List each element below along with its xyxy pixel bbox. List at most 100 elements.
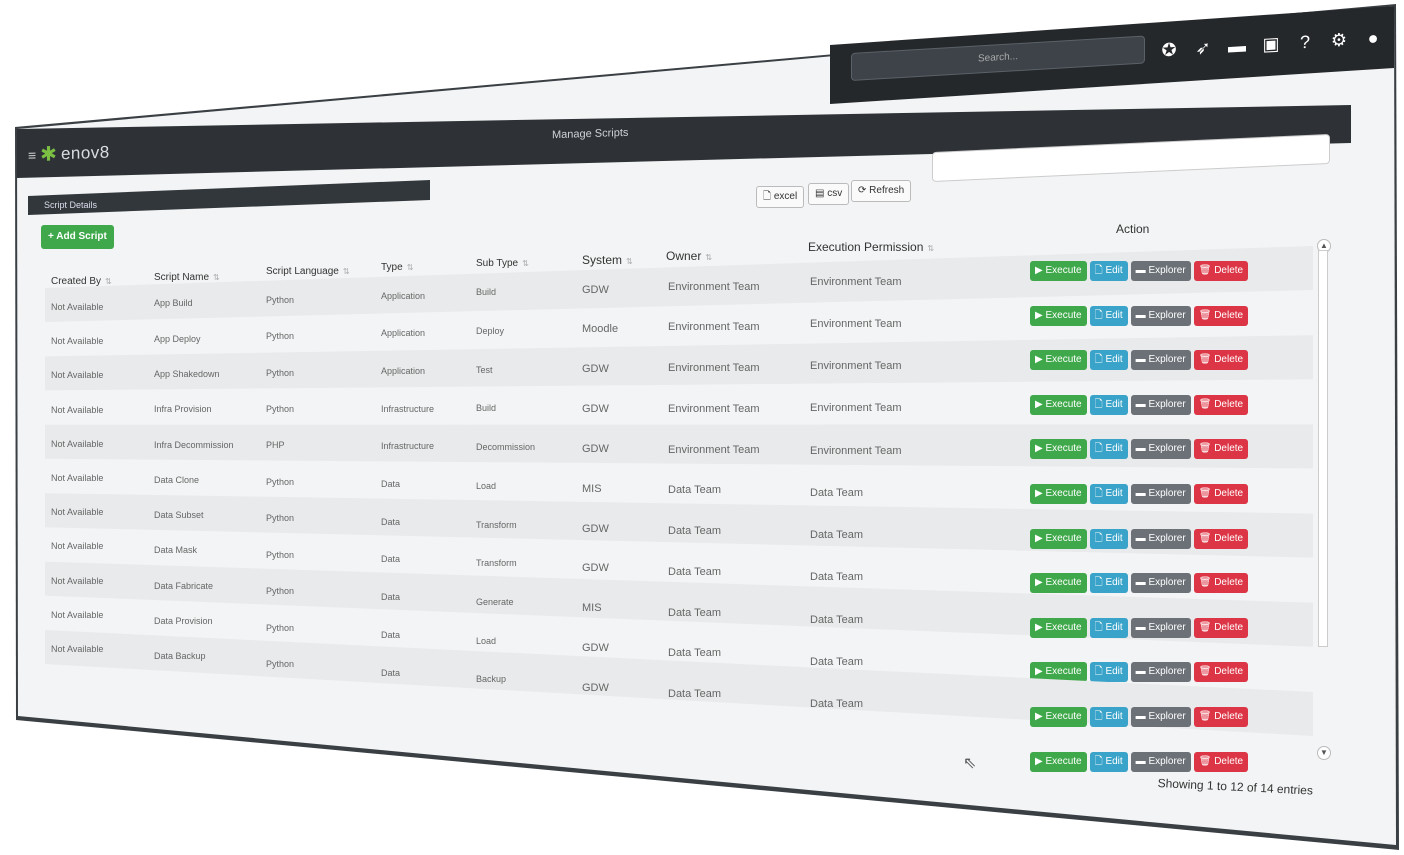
trash-icon: 🗑 (1198, 577, 1215, 589)
sort-icon[interactable]: ⇅ (927, 244, 934, 253)
explorer-button[interactable]: ▬ Explorer (1130, 707, 1191, 727)
execute-button[interactable]: ▶ Execute (1030, 350, 1087, 371)
execute-button[interactable]: ▶ Execute (1030, 305, 1087, 326)
delete-button[interactable]: 🗑 Delete (1193, 662, 1249, 683)
cell-sub-type: Load (476, 635, 497, 646)
execute-button[interactable]: ▶ Execute (1030, 573, 1087, 594)
execute-button[interactable]: ▶ Execute (1030, 751, 1087, 772)
panel-title: Script Details (44, 200, 98, 210)
explorer-button[interactable]: ▬ Explorer (1130, 439, 1191, 460)
sort-icon[interactable]: ⇅ (105, 277, 112, 286)
explorer-button[interactable]: ▬ Explorer (1130, 484, 1191, 504)
execute-button[interactable]: ▶ Execute (1030, 617, 1087, 638)
explorer-button[interactable]: ▬ Explorer (1130, 573, 1191, 594)
trash-icon: 🗑 (1198, 711, 1215, 722)
refresh-label: Refresh (869, 185, 905, 196)
edit-button[interactable]: 🗋 Edit (1089, 261, 1128, 281)
delete-button[interactable]: 🗑 Delete (1193, 707, 1249, 727)
explorer-button[interactable]: ▬ Explorer (1130, 528, 1191, 549)
add-script-button[interactable]: + Add Script (41, 225, 114, 249)
cell-system: GDW (582, 522, 609, 535)
edit-button[interactable]: 🗋 Edit (1089, 439, 1128, 460)
delete-button[interactable]: 🗑 Delete (1193, 484, 1249, 504)
execute-button[interactable]: ▶ Execute (1030, 484, 1087, 504)
sort-icon[interactable]: ⇅ (705, 253, 712, 262)
user-icon[interactable]: ● (1362, 26, 1384, 49)
mouse-cursor-icon: ⇖ (963, 755, 977, 772)
sort-icon[interactable]: ⇅ (626, 257, 633, 266)
table-scrollbar[interactable] (1318, 250, 1328, 647)
calendar-icon[interactable]: ▬ (1226, 34, 1248, 57)
export-csv-button[interactable]: ▤ csv (808, 183, 850, 205)
file-icon: 🗋 (1094, 755, 1106, 767)
delete-button[interactable]: 🗑 Delete (1193, 350, 1249, 371)
play-icon: ▶ (1035, 488, 1046, 499)
explorer-button[interactable]: ▬ Explorer (1130, 305, 1191, 326)
delete-button[interactable]: 🗑 Delete (1193, 751, 1249, 772)
cell-sub-type: Transform (476, 519, 517, 530)
execute-button[interactable]: ▶ Execute (1030, 439, 1087, 460)
export-excel-button[interactable]: 🗋 excel (756, 186, 805, 208)
edit-button[interactable]: 🗋 Edit (1089, 394, 1128, 415)
delete-label: Delete (1214, 443, 1244, 455)
scroll-down-icon[interactable]: ▼ (1317, 746, 1331, 760)
execute-button[interactable]: ▶ Execute (1030, 528, 1087, 549)
execute-button[interactable]: ▶ Execute (1030, 707, 1087, 727)
monitor-icon[interactable]: ▣ (1260, 32, 1282, 55)
delete-button[interactable]: 🗑 Delete (1193, 394, 1249, 415)
sort-icon[interactable]: ⇅ (407, 263, 414, 272)
edit-button[interactable]: 🗋 Edit (1089, 707, 1128, 727)
column-header-sub-type[interactable]: Sub Type ⇅ (476, 258, 529, 269)
help-icon[interactable]: ? (1294, 30, 1316, 53)
delete-button[interactable]: 🗑 Delete (1193, 617, 1249, 638)
cell-permission: Data Team (810, 529, 863, 542)
explorer-button[interactable]: ▬ Explorer (1130, 751, 1191, 772)
column-header-type[interactable]: Type ⇅ (381, 262, 413, 273)
edit-button[interactable]: 🗋 Edit (1089, 350, 1128, 371)
column-header-script-language[interactable]: Script Language ⇅ (266, 266, 350, 277)
column-header-system[interactable]: System ⇅ (582, 253, 633, 267)
explorer-button[interactable]: ▬ Explorer (1130, 394, 1191, 415)
column-header-action[interactable]: Action (1116, 222, 1149, 236)
play-icon: ▶ (1035, 309, 1046, 321)
execute-button[interactable]: ▶ Execute (1030, 394, 1087, 415)
sort-icon[interactable]: ⇅ (213, 273, 220, 282)
delete-button[interactable]: 🗑 Delete (1193, 528, 1249, 549)
refresh-button[interactable]: ⟳ Refresh (851, 180, 912, 202)
delete-button[interactable]: 🗑 Delete (1193, 261, 1249, 281)
column-header-script-name[interactable]: Script Name ⇅ (154, 272, 220, 283)
trash-icon: 🗑 (1198, 488, 1215, 499)
edit-button[interactable]: 🗋 Edit (1089, 751, 1128, 772)
execute-button[interactable]: ▶ Execute (1030, 261, 1087, 281)
logo-text: enov8 (60, 142, 110, 163)
execute-label: Execute (1045, 488, 1082, 499)
cell-type: Data (381, 592, 401, 603)
delete-button[interactable]: 🗑 Delete (1193, 573, 1249, 594)
explorer-button[interactable]: ▬ Explorer (1130, 350, 1191, 371)
cell-name: Data Clone (154, 474, 200, 485)
star-icon[interactable]: ✪ (1158, 38, 1180, 61)
delete-button[interactable]: 🗑 Delete (1193, 439, 1249, 460)
gear-icon[interactable]: ⚙ (1328, 28, 1350, 51)
edit-button[interactable]: 🗋 Edit (1089, 662, 1128, 683)
edit-button[interactable]: 🗋 Edit (1089, 484, 1128, 504)
edit-button[interactable]: 🗋 Edit (1089, 528, 1128, 549)
file-icon: 🗋 (1094, 309, 1106, 321)
cell-language: Python (266, 367, 295, 378)
paper-plane-icon[interactable]: ➶ (1192, 36, 1214, 59)
menu-icon[interactable]: ≡ (28, 147, 36, 163)
explorer-button[interactable]: ▬ Explorer (1130, 261, 1191, 281)
column-header-created-by[interactable]: Created By ⇅ (51, 276, 112, 287)
edit-button[interactable]: 🗋 Edit (1089, 573, 1128, 594)
explorer-button[interactable]: ▬ Explorer (1130, 662, 1191, 683)
column-header-owner[interactable]: Owner ⇅ (666, 249, 712, 263)
folder-icon: ▬ (1135, 354, 1149, 366)
column-header-execution-permission[interactable]: Execution Permission ⇅ (808, 240, 934, 254)
edit-button[interactable]: 🗋 Edit (1089, 617, 1128, 638)
edit-button[interactable]: 🗋 Edit (1089, 305, 1128, 326)
delete-button[interactable]: 🗑 Delete (1193, 305, 1249, 326)
cell-owner: Data Team (668, 606, 721, 619)
sort-icon[interactable]: ⇅ (522, 259, 529, 268)
explorer-button[interactable]: ▬ Explorer (1130, 617, 1191, 638)
sort-icon[interactable]: ⇅ (343, 267, 350, 276)
